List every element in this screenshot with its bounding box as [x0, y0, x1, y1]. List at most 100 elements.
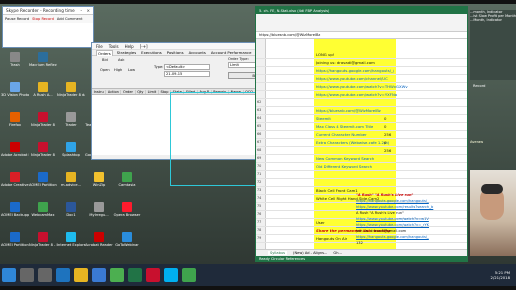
tab-executions[interactable]: Executions: [140, 50, 163, 55]
close-icon[interactable]: ×: [86, 8, 90, 13]
formula-bar[interactable]: https://bluesnb.com/@WizMorelBz: [259, 33, 320, 37]
store-icon[interactable]: [92, 268, 106, 282]
sheet-row[interactable]: https://www.youtube.com/channel/UC: [256, 75, 467, 83]
desktop-icon[interactable]: NinjaTrader 8 - Ninja...: [29, 232, 57, 254]
sheet-row[interactable]: Joining us: dravadi@gmail.com: [256, 59, 467, 67]
explorer-icon[interactable]: [74, 268, 88, 282]
cell-number[interactable]: 0: [384, 140, 386, 145]
windows-start-icon[interactable]: [2, 268, 16, 282]
expiry-select[interactable]: 21-09-15: [164, 71, 210, 77]
sheet-row[interactable]: 65 Max Class 4 Steemit.com Title: [256, 123, 467, 131]
desktop-icon[interactable]: AOMEI Partition...: [1, 232, 29, 254]
desktop-icon[interactable]: NinjaTrader 8: [31, 112, 55, 134]
cell-text[interactable]: Max Class 4 Steemit.com Title: [316, 124, 373, 129]
sheet-row[interactable]: 69 New Common Keyword Search: [256, 155, 467, 163]
menu-workspace[interactable]: [-+]: [140, 44, 148, 49]
tab-orders[interactable]: Orders: [96, 49, 113, 56]
cell-text[interactable]: Extra Characters (Webwise.cafe 1.2pt): [316, 140, 389, 145]
desktop-icon[interactable]: Opera Browser: [114, 202, 140, 224]
cell-text[interactable]: https://www.youtube.com/watch?v=YXFNa: [316, 92, 397, 97]
sheet-row[interactable]: 62: [256, 99, 467, 107]
desktop-icon[interactable]: Adobe Acrobat DC: [1, 142, 29, 164]
menu-tools[interactable]: Tools: [109, 44, 119, 49]
menu-file[interactable]: File: [96, 44, 103, 49]
orders-column-header[interactable]: Qty: [136, 89, 146, 94]
add-comment-button[interactable]: Add Comment: [57, 17, 83, 21]
sheet-row[interactable]: 72: [256, 179, 467, 187]
skype-icon[interactable]: [164, 268, 178, 282]
camtasia-icon[interactable]: [182, 268, 196, 282]
sheet-row[interactable]: https://www.youtube.com/watch?v=THWxGXWv: [256, 83, 467, 91]
sheet-row[interactable]: https://www.youtube.com/watch?v=YXFNa: [256, 91, 467, 99]
sheet-tab-gh[interactable]: Gh...: [333, 251, 342, 255]
tab-account-performance[interactable]: Account Performance: [210, 50, 253, 55]
sheet-row[interactable]: https://hangouts.google.com/hangouts/_/: [256, 67, 467, 75]
excel-icon[interactable]: [128, 268, 142, 282]
desktop-icon[interactable]: GoToWebinar: [115, 232, 139, 254]
cell-number[interactable]: 256: [384, 148, 391, 153]
desktop-icon[interactable]: MyIrregu...: [88, 202, 110, 224]
desktop-icon[interactable]: Doc1: [60, 202, 82, 224]
desktop-icon[interactable]: m-advice...: [60, 172, 82, 194]
desktop-icon[interactable]: Camtasia: [116, 172, 138, 194]
desktop-icon[interactable]: NinjaTrader 8: [31, 142, 55, 164]
desktop-icon[interactable]: Adobe Creative...: [1, 172, 29, 194]
desktop-icon[interactable]: 3D Vision Photo V...: [1, 82, 29, 104]
desktop-icon[interactable]: Firefox: [4, 112, 26, 134]
sheet-row[interactable]: 63 https://bluesnb.com/@WizMorelBz: [256, 107, 467, 115]
sheet-tab-ad[interactable]: (New) Ad - Aligns...: [293, 251, 327, 255]
task-view-icon[interactable]: [38, 268, 52, 282]
tab-accounts[interactable]: Accounts: [188, 50, 207, 55]
cell-text[interactable]: Steemit: [316, 116, 331, 121]
desktop-icon[interactable]: Splashtop: [60, 142, 82, 164]
cell-text[interactable]: https://www.youtube.com/channel/UC: [316, 76, 388, 81]
right-cell-text[interactable]: 132: [356, 241, 466, 247]
desktop-icon[interactable]: Macrium Reflect: [29, 52, 57, 74]
cell-text[interactable]: Black Cell Front Cam1: [316, 188, 358, 193]
cell-text[interactable]: https://www.youtube.com/watch?v=THWxGXWv: [316, 84, 408, 89]
cell-text[interactable]: New Common Keyword Search: [316, 156, 374, 161]
cell-text[interactable]: Hangouts On Air: [316, 236, 347, 241]
tab-strategies[interactable]: Strategies: [116, 50, 137, 55]
chrome-icon[interactable]: [110, 268, 124, 282]
stop-record-button[interactable]: Stop Record: [32, 17, 54, 21]
cell-text[interactable]: User: [316, 220, 325, 225]
sheet-row[interactable]: 68: [256, 147, 467, 155]
sheet-row[interactable]: 71: [256, 171, 467, 179]
tab-positions[interactable]: Positions: [166, 50, 185, 55]
desktop-icon[interactable]: AOMEI Backupp...: [1, 202, 29, 224]
edge-icon[interactable]: [56, 268, 70, 282]
desktop-icon[interactable]: Trash: [4, 52, 26, 74]
cell-number[interactable]: 0: [384, 116, 386, 121]
orders-column-header[interactable]: Limit: [146, 89, 159, 94]
orders-column-header[interactable]: Instru: [92, 89, 107, 94]
pause-record-button[interactable]: Pause Record: [5, 17, 29, 21]
ninjatrader-icon[interactable]: [146, 268, 160, 282]
desktop-icon[interactable]: NinjaTrader 8 databases: [57, 82, 85, 104]
sheet-row[interactable]: 66 Current Character Number: [256, 131, 467, 139]
sheet-row[interactable]: 70 Old Different Keyword Search: [256, 163, 467, 171]
cell-text[interactable]: Current Character Number: [316, 132, 367, 137]
search-icon[interactable]: [20, 268, 34, 282]
cell-number[interactable]: 0: [384, 124, 386, 129]
desktop-icon[interactable]: Internet Explorer: [57, 232, 85, 254]
desktop-icon[interactable]: WebcamMax: [32, 202, 54, 224]
cell-text[interactable]: LONG up!: [316, 52, 334, 57]
cell-text[interactable]: Joining us: dravadi@gmail.com: [316, 60, 375, 65]
orders-column-header[interactable]: Order: [121, 89, 136, 94]
type-select[interactable]: <Default>: [164, 64, 210, 70]
desktop-icon[interactable]: WinZip: [88, 172, 110, 194]
cell-text[interactable]: https://bluesnb.com/@WizMorelBz: [316, 108, 381, 113]
desktop-icon[interactable]: AOMEI Partition...: [29, 172, 57, 194]
menu-help[interactable]: Help: [125, 44, 134, 49]
desktop-icon[interactable]: A Rush A...: [32, 82, 54, 104]
sheet-row[interactable]: 64 Steemit: [256, 115, 467, 123]
sheet-row[interactable]: 67 Extra Characters (Webwise.cafe 1.2pt): [256, 139, 467, 147]
cell-number[interactable]: 256: [384, 132, 391, 137]
clock-date[interactable]: 2/21/2018: [491, 275, 510, 280]
desktop-icon[interactable]: Acrobat Reader DC: [85, 232, 113, 254]
cell-text[interactable]: https://hangouts.google.com/hangouts/_/: [316, 68, 394, 73]
orders-column-header[interactable]: Action: [106, 89, 122, 94]
cell-text[interactable]: Old Different Keyword Search: [316, 164, 372, 169]
minimize-icon[interactable]: –: [80, 8, 82, 13]
